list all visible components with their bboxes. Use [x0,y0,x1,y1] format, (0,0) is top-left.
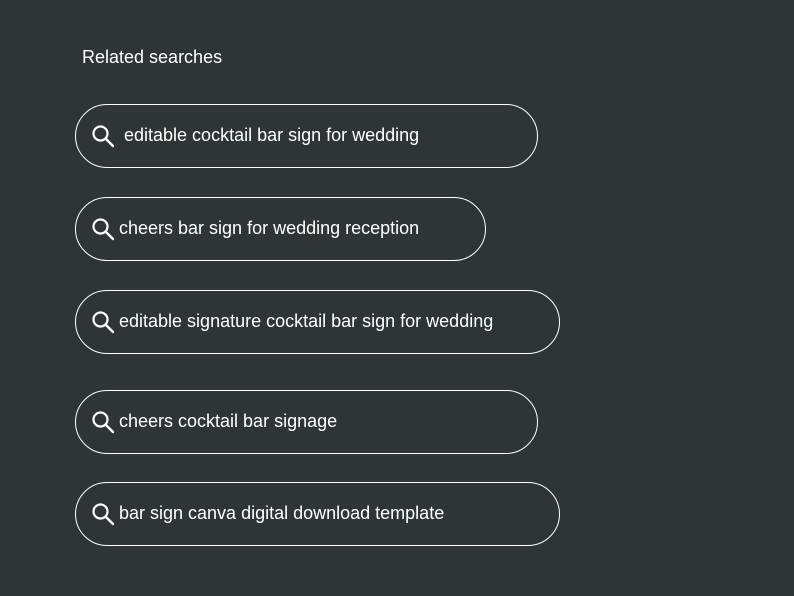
search-icon [90,123,116,149]
related-search-label: bar sign canva digital download template [119,502,445,523]
related-search-item[interactable]: editable signature cocktail bar sign for… [75,290,560,354]
related-search-label: editable cocktail bar sign for wedding [124,124,420,145]
related-search-item[interactable]: editable cocktail bar sign for wedding [75,104,538,168]
related-search-label: cheers cocktail bar signage [119,410,338,431]
related-search-item[interactable]: cheers cocktail bar signage [75,390,538,454]
search-icon [90,216,116,242]
related-searches-title: Related searches [82,47,223,67]
search-icon [90,501,116,527]
related-search-item[interactable]: bar sign canva digital download template [75,482,560,546]
related-search-label: editable signature cocktail bar sign for… [119,310,494,331]
related-search-label: cheers bar sign for wedding reception [119,217,420,238]
search-icon [90,409,116,435]
related-search-item[interactable]: cheers bar sign for wedding reception [75,197,486,261]
search-icon [90,309,116,335]
